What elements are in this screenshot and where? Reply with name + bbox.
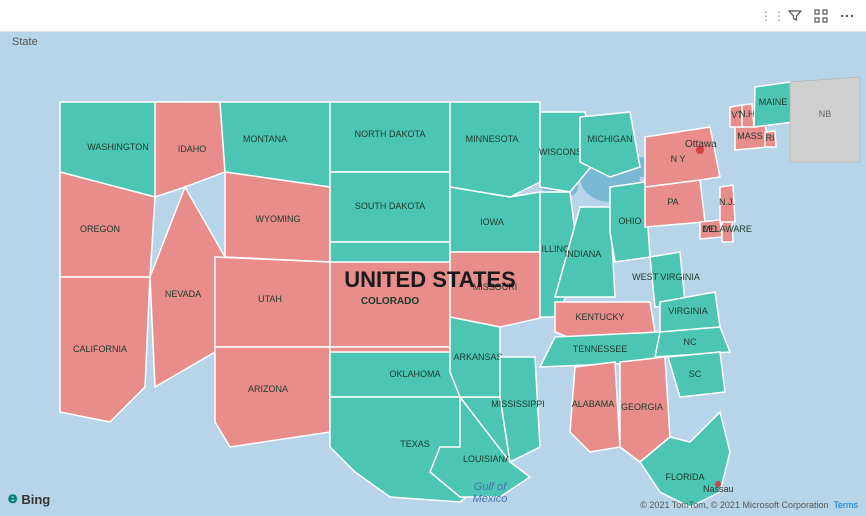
focus-icon[interactable] [812, 7, 830, 25]
bing-logo: 𝐞 Bing [8, 490, 50, 508]
toolbar-right [786, 7, 856, 25]
terms-link[interactable]: Terms [834, 500, 859, 510]
copyright-string: © 2021 TomTom, © 2021 Microsoft Corporat… [640, 500, 828, 510]
state-north-dakota[interactable] [330, 102, 450, 172]
state-michigan[interactable] [580, 112, 640, 177]
bing-label: Bing [21, 492, 50, 507]
state-ri[interactable] [765, 131, 776, 147]
state-utah[interactable] [215, 257, 330, 347]
state-wyoming[interactable] [225, 172, 330, 262]
gulf-label-2: Mexico [473, 493, 508, 505]
state-arkansas[interactable] [450, 317, 500, 397]
state-nj[interactable] [720, 185, 735, 222]
bing-icon: 𝐞 [8, 490, 17, 508]
state-nh[interactable] [742, 104, 754, 127]
state-maine[interactable] [754, 82, 793, 127]
city-label-nassau: Nassau [703, 484, 734, 494]
state-new-york[interactable] [645, 127, 720, 187]
app-container: ⋮⋮ State WASHINGT [0, 0, 866, 516]
state-ohio[interactable] [610, 182, 650, 262]
more-icon[interactable] [838, 7, 856, 25]
drag-handle-icon[interactable]: ⋮⋮ [760, 9, 786, 23]
state-maryland[interactable] [700, 220, 722, 239]
map-title: UNITED STATES [344, 267, 516, 292]
copyright-text: © 2021 TomTom, © 2021 Microsoft Corporat… [640, 500, 858, 510]
canada-area [790, 77, 860, 162]
state-delaware[interactable] [722, 220, 733, 242]
gulf-label: Gulf of [474, 481, 507, 493]
city-label-ottawa: Ottawa [685, 139, 717, 150]
state-iowa[interactable] [450, 187, 540, 252]
toolbar-center: ⋮⋮ [760, 9, 786, 23]
map-container[interactable]: WASHINGTON OREGON CALIFORNIA IDAHO MONTA… [0, 32, 866, 516]
state-south-dakota[interactable] [330, 172, 450, 242]
field-label: State [8, 32, 42, 52]
state-minnesota[interactable] [450, 102, 540, 197]
map-svg: WASHINGTON OREGON CALIFORNIA IDAHO MONTA… [0, 32, 866, 516]
state-arizona[interactable] [215, 347, 330, 447]
state-alabama[interactable] [570, 362, 620, 452]
filter-icon[interactable] [786, 7, 804, 25]
state-pennsylvania[interactable] [645, 180, 705, 227]
toolbar: ⋮⋮ [0, 0, 866, 32]
